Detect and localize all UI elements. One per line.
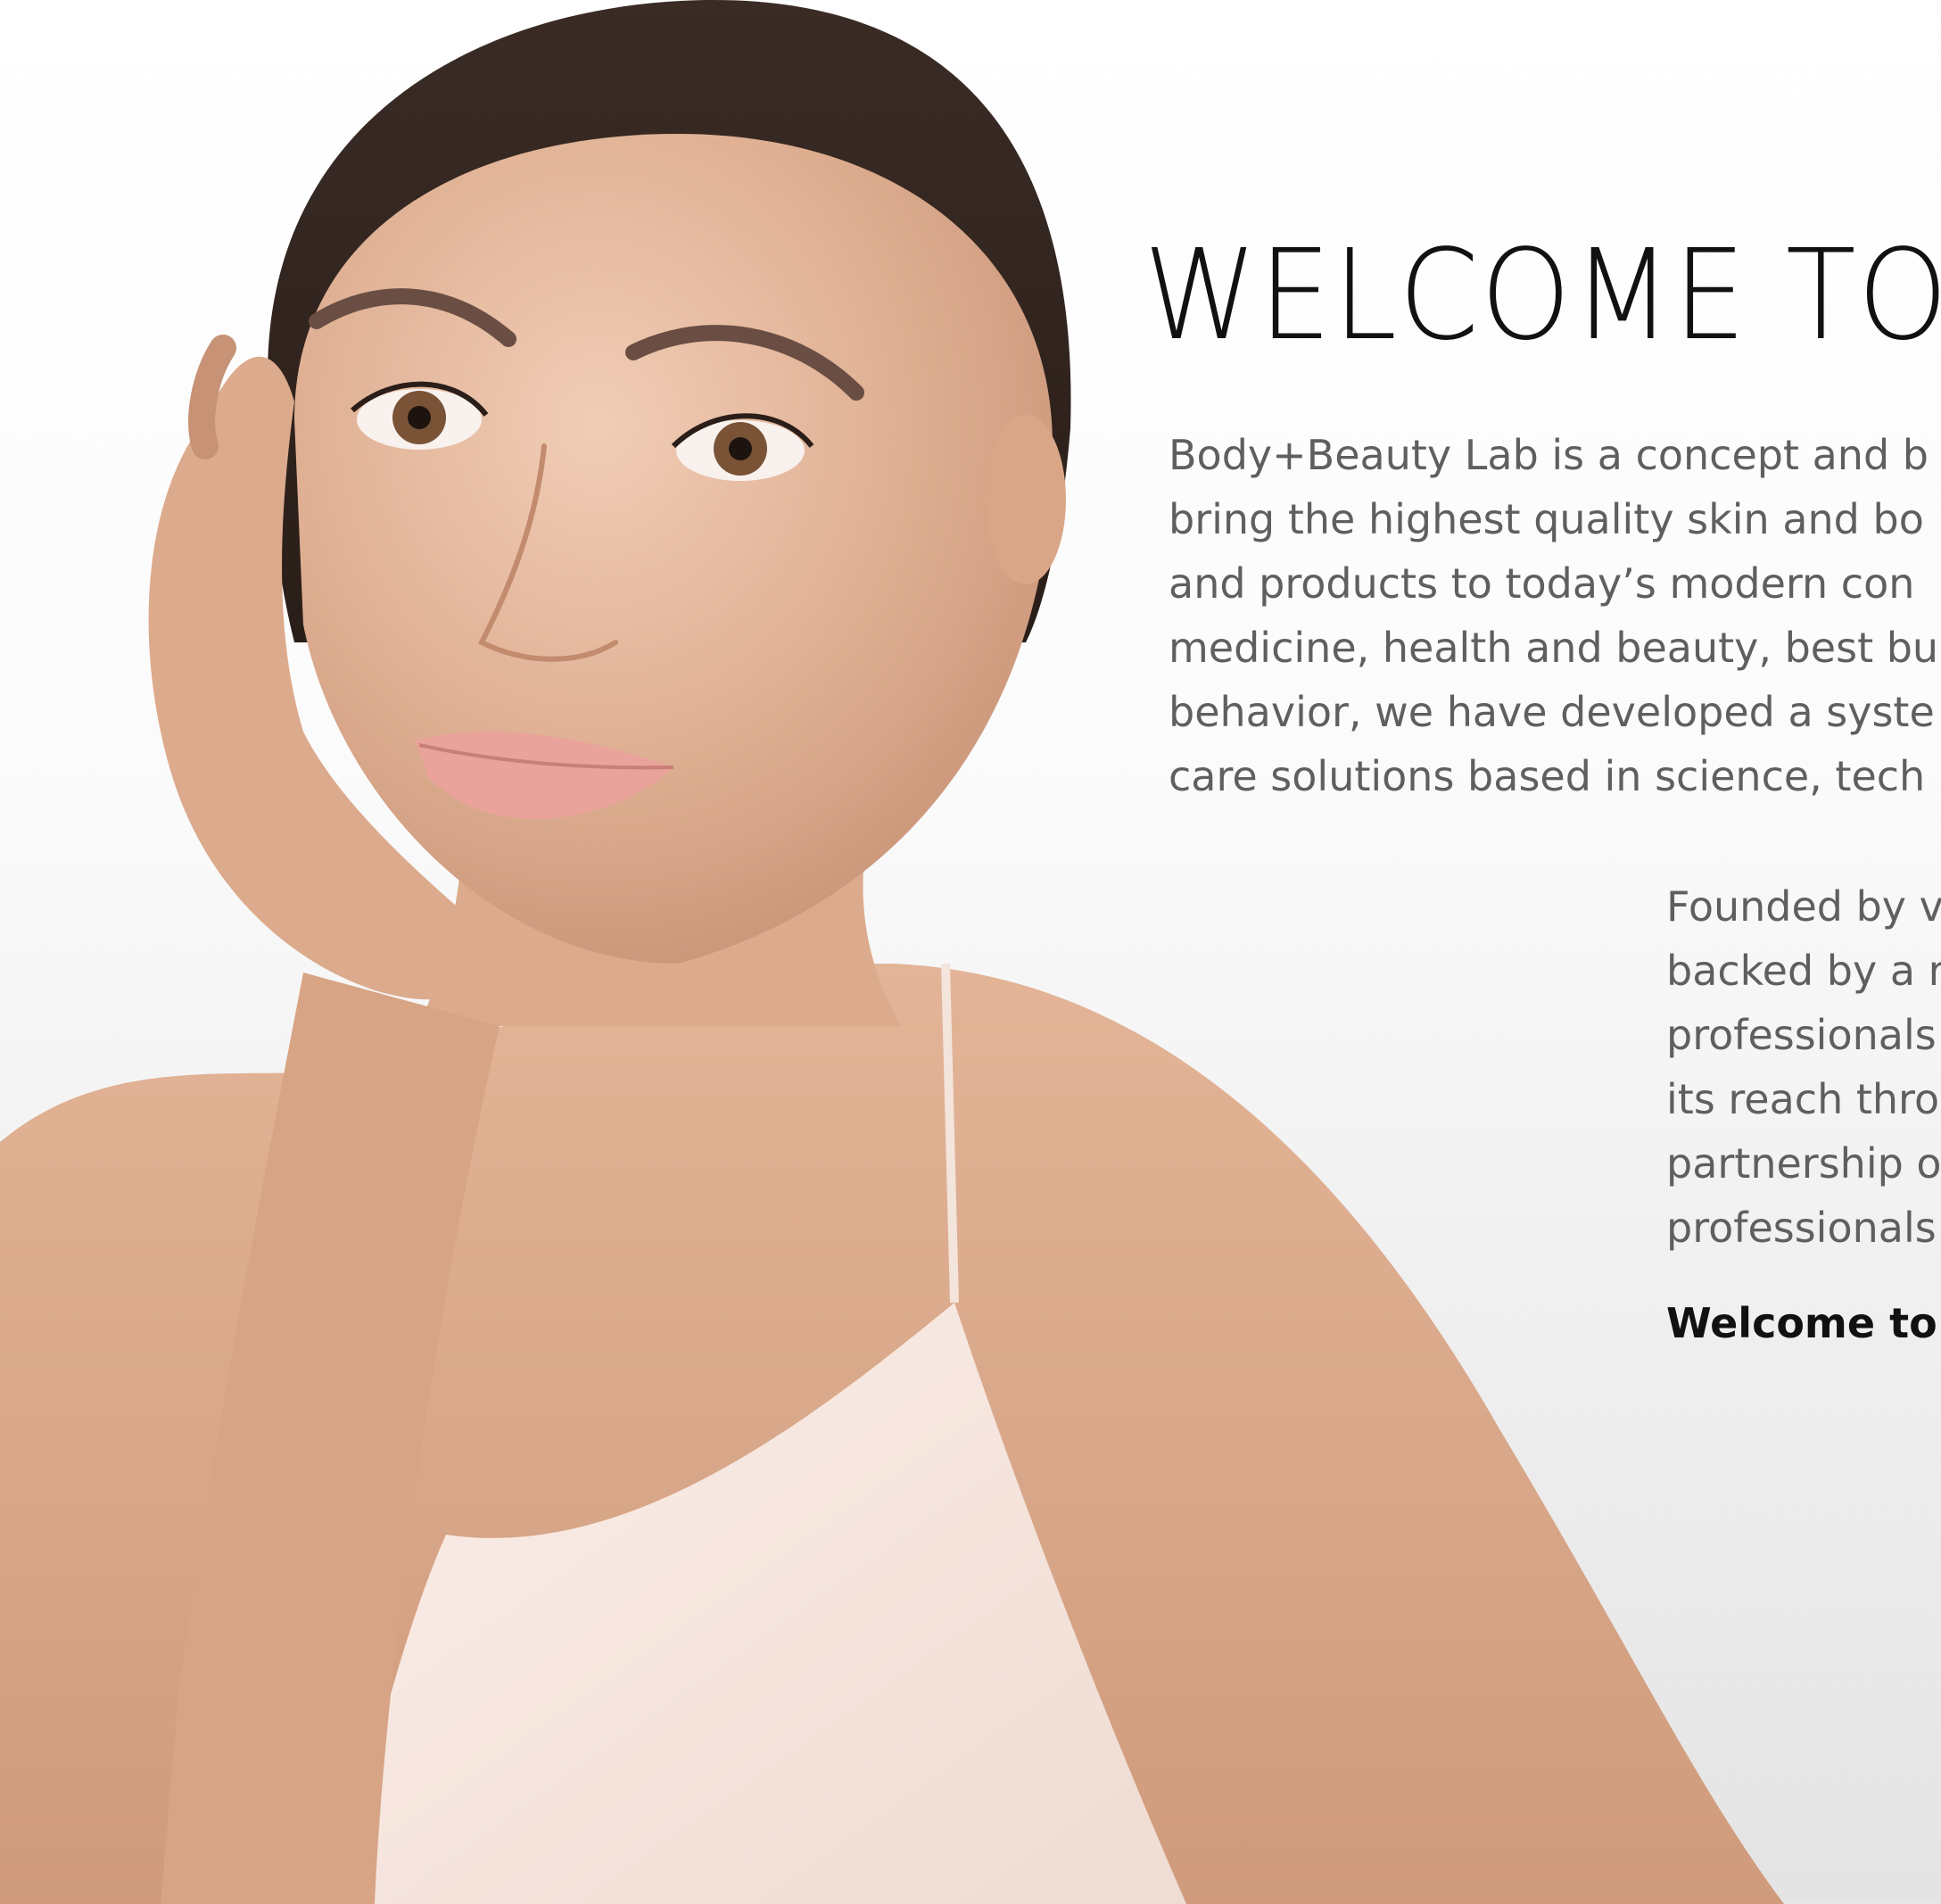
- closing-statement: Welcome to t: [1666, 1299, 1941, 1347]
- intro-line: bring the highest quality skin and bo: [1169, 495, 1924, 543]
- page-title: WELCOME TO: [1144, 223, 1941, 368]
- founded-line: professionals: [1666, 1011, 1937, 1059]
- intro-line: behavior, we have developed a syste: [1169, 688, 1935, 736]
- intro-line: and products to today’s modern con: [1169, 559, 1915, 608]
- intro-line: medicine, health and beauty, best bu: [1169, 624, 1939, 672]
- founded-line: its reach thro: [1666, 1075, 1940, 1123]
- founded-line: partnership o: [1666, 1139, 1941, 1188]
- founded-paragraph: Founded by v backed by a r professionals…: [1666, 874, 1941, 1260]
- founded-line: professionals: [1666, 1204, 1937, 1252]
- founded-line: backed by a r: [1666, 947, 1941, 995]
- intro-line: Body+Beauty Lab is a concept and b: [1169, 431, 1929, 479]
- founded-line: Founded by v: [1666, 882, 1941, 931]
- intro-line: care solutions based in science, tech: [1169, 752, 1926, 800]
- intro-paragraph: Body+Beauty Lab is a concept and b bring…: [1169, 423, 1941, 808]
